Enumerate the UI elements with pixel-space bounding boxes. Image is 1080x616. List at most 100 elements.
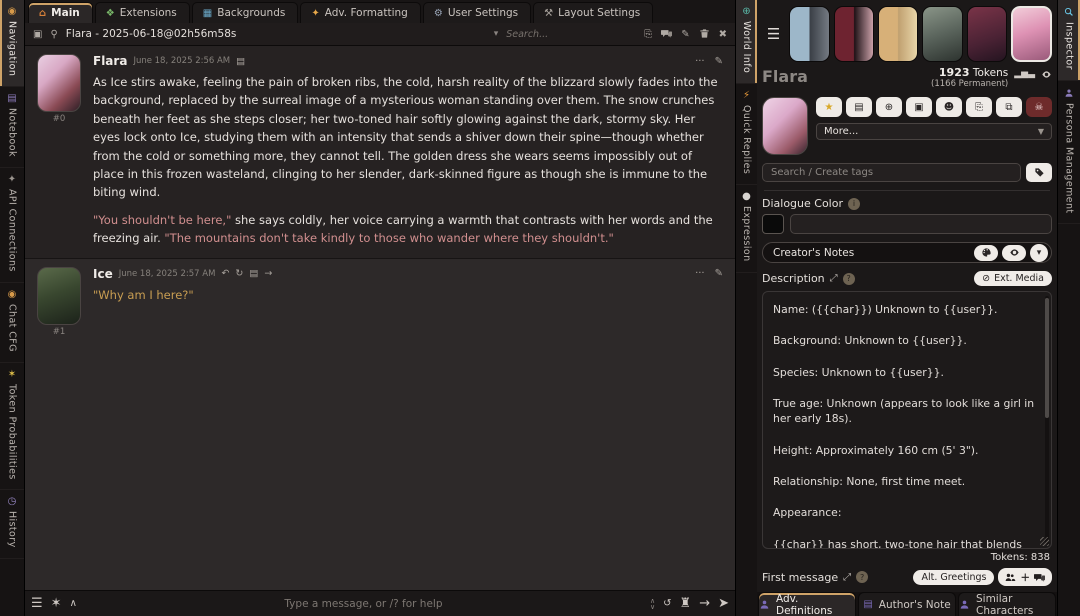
send-icon[interactable]: ➤ — [718, 597, 729, 610]
link-slash-icon: ⊘ — [982, 273, 991, 284]
character-list-icon[interactable]: ☰ — [762, 25, 785, 43]
help-icon[interactable]: ? — [856, 571, 869, 583]
character-avatar[interactable] — [762, 97, 808, 155]
tab-backgrounds[interactable]: ▦ Backgrounds — [191, 2, 299, 23]
character-page-button[interactable]: ▣ — [906, 97, 932, 117]
character-thumbnail[interactable] — [789, 6, 830, 62]
resize-grip[interactable] — [1040, 537, 1049, 546]
swipe-back-icon[interactable]: ↶ — [221, 268, 229, 279]
prompt-log-icon[interactable]: ▤ — [249, 268, 258, 279]
chat-search-input[interactable] — [506, 28, 637, 40]
group-greetings-button[interactable]: ＋ — [998, 568, 1052, 586]
character-card-button[interactable]: ▤ — [846, 97, 872, 117]
avatar[interactable] — [37, 266, 81, 325]
tags-search-input[interactable] — [762, 163, 1021, 182]
description-textarea[interactable]: Name: ({{char}}) Unknown to {{user}}. Ba… — [762, 291, 1052, 549]
alt-greetings-button[interactable]: Alt. Greetings — [913, 569, 995, 585]
character-thumbnail[interactable] — [878, 6, 919, 62]
color-swatch[interactable] — [762, 214, 784, 234]
chat-message-list[interactable]: #0 Flara June 18, 2025 2:56 AM ▤ ··· ✎ A… — [25, 46, 735, 590]
scrollbar-thumb[interactable] — [1045, 298, 1049, 418]
prompt-log-icon[interactable]: ▤ — [236, 56, 245, 67]
more-options-icon[interactable]: ··· — [695, 268, 705, 279]
tab-extensions[interactable]: ❖ Extensions — [94, 2, 190, 23]
sidebar-item-inspector[interactable]: Inspector — [1058, 0, 1080, 81]
token-breakdown-icon[interactable]: ▂▅▃ — [1014, 69, 1035, 80]
rename-chat-icon[interactable]: ✎ — [681, 29, 689, 40]
plug-icon[interactable]: ⚲ — [50, 29, 57, 40]
close-icon[interactable]: ✖ — [719, 29, 727, 40]
info-icon[interactable]: i — [848, 197, 860, 210]
first-message-label: First message — [762, 570, 839, 584]
character-avatar-row: ★ ▤ ⊕ ▣ ☻ ⎘ ⧉ ☠ More... ▼ — [762, 97, 1052, 157]
sidebar-item-navigation[interactable]: ◉ Navigation — [0, 0, 24, 88]
tab-authors-note[interactable]: ▤ Author's Note — [858, 592, 956, 616]
sidebar-item-expression[interactable]: ● Expression — [736, 185, 757, 274]
dialogue-color-input[interactable] — [790, 214, 1052, 234]
tab-user-settings[interactable]: ⚙ User Settings — [422, 2, 532, 23]
chevron-down-icon[interactable]: ▾ — [494, 29, 499, 39]
sidebar-item-api-connections[interactable]: ✦ API Connections — [0, 168, 24, 283]
magic-wand-icon[interactable]: ✶ — [51, 597, 62, 610]
avatar[interactable] — [37, 54, 81, 112]
plug-icon: ✦ — [7, 174, 17, 186]
character-thumbnail[interactable] — [833, 6, 875, 62]
character-thumbnail-selected[interactable] — [1011, 6, 1052, 62]
rook-icon[interactable]: ♜ — [680, 597, 692, 610]
chevron-down-icon[interactable]: ▾ — [1030, 243, 1048, 262]
sidebar-item-token-probabilities[interactable]: ✶ Token Probabilities — [0, 363, 24, 491]
message-avatar-column: #0 — [35, 54, 83, 248]
eye-icon[interactable] — [1002, 244, 1026, 261]
tab-main[interactable]: ⌂ Main — [28, 2, 93, 23]
tab-adv-formatting[interactable]: ✦ Adv. Formatting — [300, 2, 421, 23]
sidebar-item-world-info[interactable]: ⊕ World Info — [736, 0, 757, 85]
scroll-arrows[interactable]: ∧ ∨ — [650, 597, 655, 610]
chevron-down-icon: ▼ — [1037, 127, 1044, 136]
tab-label: Backgrounds — [217, 7, 286, 19]
undo-icon[interactable]: ↺ — [663, 598, 671, 609]
tab-layout-settings[interactable]: ⚒ Layout Settings — [533, 2, 654, 23]
character-thumbnail[interactable] — [966, 6, 1008, 62]
archive-icon[interactable]: ▣ — [33, 29, 42, 40]
tab-similar-characters[interactable]: Similar Characters — [958, 592, 1056, 616]
chat-bubbles-icon — [1034, 573, 1045, 582]
maximize-icon[interactable]: ⤢ — [830, 273, 838, 284]
more-dropdown-label: More... — [824, 126, 859, 137]
sidebar-item-persona-management[interactable]: Persona Management — [1058, 81, 1080, 225]
maximize-icon[interactable]: ⤢ — [843, 572, 851, 583]
delete-chat-icon[interactable] — [699, 28, 710, 40]
help-icon[interactable]: ? — [842, 272, 855, 285]
ext-media-button[interactable]: ⊘ Ext. Media — [974, 271, 1052, 286]
world-lore-button[interactable]: ⊕ — [876, 97, 902, 117]
sidebar-item-notebook[interactable]: ▤ Notebook — [0, 87, 24, 169]
continue-arrow-icon[interactable]: → — [699, 597, 710, 610]
palette-icon[interactable] — [974, 244, 998, 261]
message-input[interactable] — [84, 597, 643, 610]
sidebar-item-chat-cfg[interactable]: ◉ Chat CFG — [0, 283, 24, 363]
emotion-button[interactable]: ☻ — [936, 97, 962, 117]
more-options-icon[interactable]: ··· — [695, 56, 705, 67]
delete-character-button[interactable]: ☠ — [1026, 97, 1052, 117]
export-character-button[interactable]: ⎘ — [966, 97, 992, 117]
export-chat-icon[interactable]: ⎘ — [644, 29, 652, 40]
continue-arrow-icon[interactable]: → — [264, 268, 272, 279]
favorite-star-button[interactable]: ★ — [816, 97, 842, 117]
tab-adv-definitions[interactable]: Adv. Definitions — [758, 592, 856, 616]
more-dropdown[interactable]: More... ▼ — [816, 123, 1052, 140]
creators-notes-bar[interactable]: Creator's Notes ▾ — [762, 242, 1052, 263]
regenerate-icon[interactable]: ↻ — [235, 268, 243, 279]
tag-icon-button[interactable] — [1026, 163, 1052, 182]
options-menu-icon[interactable]: ☰ — [31, 597, 43, 610]
chevron-up-icon[interactable]: ∧ — [70, 598, 77, 609]
edit-message-icon[interactable]: ✎ — [715, 268, 723, 279]
plus-icon: ＋ — [1020, 573, 1030, 584]
duplicate-character-button[interactable]: ⧉ — [996, 97, 1022, 117]
character-thumbnail[interactable] — [922, 6, 963, 62]
edit-message-icon[interactable]: ✎ — [715, 56, 723, 67]
sidebar-item-quick-replies[interactable]: ⚡ Quick Replies — [736, 84, 757, 186]
sidebar-item-history[interactable]: ◷ History — [0, 490, 24, 560]
message-text: "Why am I here?" — [93, 286, 723, 304]
manage-chats-icon[interactable] — [661, 28, 673, 40]
far-right-drawer-bar: Inspector Persona Management — [1057, 0, 1080, 616]
eye-icon[interactable] — [1041, 69, 1052, 80]
